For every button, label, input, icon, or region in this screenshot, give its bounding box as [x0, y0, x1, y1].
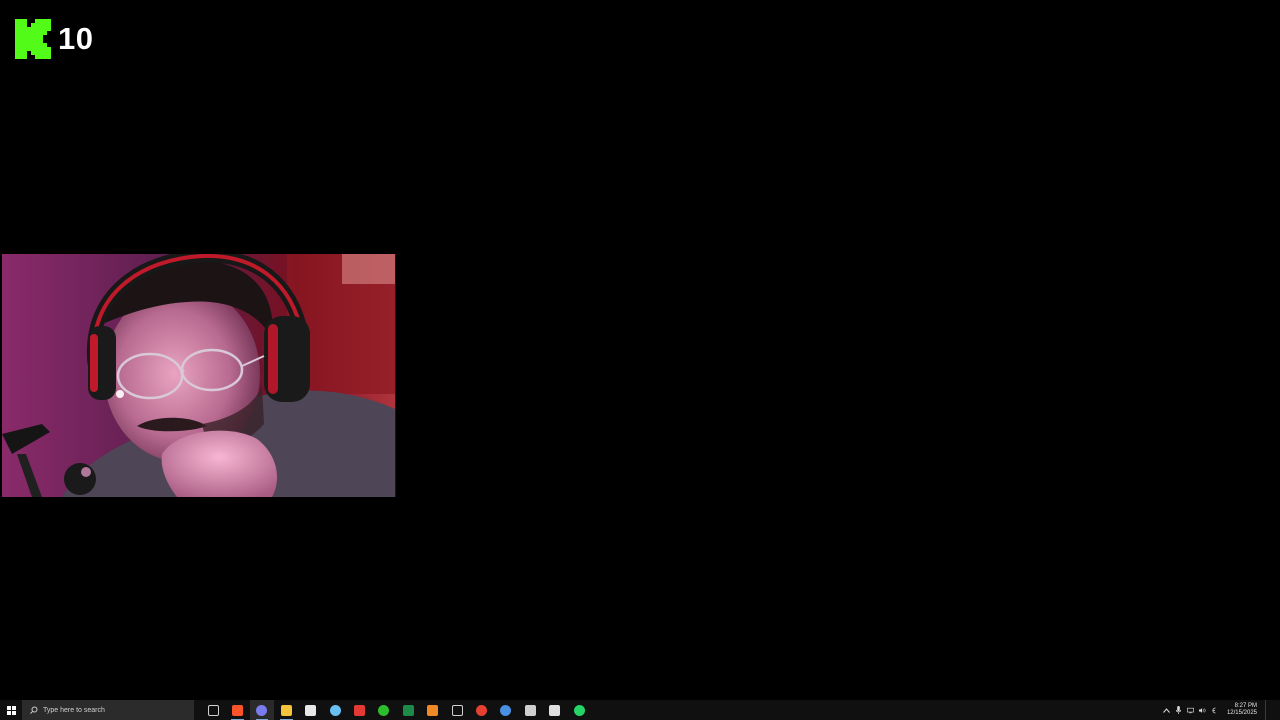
taskbar-app-excel[interactable] — [396, 700, 420, 720]
taskbar-app-whatsapp[interactable] — [567, 700, 591, 720]
taskbar-clock[interactable]: 8:27 PM 12/15/2025 — [1227, 703, 1257, 717]
taskbar-app-brave-browser[interactable] — [225, 700, 249, 720]
steam-icon — [329, 704, 341, 716]
taskbar-app-vlc[interactable] — [421, 700, 445, 720]
language-icon[interactable] — [1211, 706, 1218, 714]
chrome-icon — [475, 704, 487, 716]
brave-browser-icon — [232, 704, 244, 716]
kick-logo-icon — [15, 19, 51, 59]
taskbar-app-window-tiles[interactable] — [445, 700, 469, 720]
show-desktop-button[interactable] — [1265, 700, 1274, 720]
recorder-icon — [354, 704, 366, 716]
task-view-icon — [207, 704, 219, 716]
search-placeholder: Type here to search — [43, 706, 105, 714]
microphone-icon[interactable] — [1175, 706, 1182, 714]
taskbar-app-steam[interactable] — [323, 700, 347, 720]
generic-app-icon — [524, 704, 536, 716]
stream-viewer-badge: 10 — [15, 19, 93, 59]
clock-time: 8:27 PM — [1234, 703, 1257, 709]
taskbar-app-cloud-app[interactable] — [542, 700, 566, 720]
store-icon — [305, 704, 317, 716]
excel-icon — [402, 704, 414, 716]
taskbar-app-obs[interactable] — [494, 700, 518, 720]
network-icon[interactable] — [1187, 706, 1194, 714]
window-tiles-icon — [451, 704, 463, 716]
chrome-profile-icon — [256, 704, 268, 716]
obs-icon — [500, 704, 512, 716]
taskbar-app-chrome[interactable] — [469, 700, 493, 720]
cloud-app-icon — [549, 704, 561, 716]
viewer-count: 10 — [58, 21, 94, 56]
taskbar-app-store[interactable] — [299, 700, 323, 720]
volume-icon[interactable] — [1198, 706, 1206, 714]
taskbar-app-file-explorer[interactable] — [274, 700, 298, 720]
taskbar-app-generic-app[interactable] — [518, 700, 542, 720]
vlc-icon — [427, 704, 439, 716]
taskbar-apps — [201, 700, 591, 720]
taskbar-app-task-view[interactable] — [201, 700, 225, 720]
search-icon — [30, 706, 38, 714]
start-button[interactable] — [0, 700, 22, 720]
clock-date: 12/15/2025 — [1226, 710, 1257, 716]
taskbar-app-recorder[interactable] — [347, 700, 371, 720]
taskbar-search[interactable]: Type here to search — [22, 700, 194, 720]
desktop: 10 — [0, 0, 1280, 700]
xbox-icon — [378, 704, 390, 716]
file-explorer-icon — [280, 704, 292, 716]
taskbar: Type here to search 8:27 PM 12/15/2025 — [0, 700, 1280, 720]
windows-logo-icon — [6, 705, 16, 715]
system-tray: 8:27 PM 12/15/2025 — [1163, 700, 1280, 720]
chevron-up-icon[interactable] — [1163, 706, 1170, 714]
webcam-feed — [2, 254, 396, 497]
whatsapp-icon — [573, 704, 585, 716]
taskbar-app-xbox[interactable] — [372, 700, 396, 720]
taskbar-app-chrome-profile[interactable] — [249, 700, 275, 720]
